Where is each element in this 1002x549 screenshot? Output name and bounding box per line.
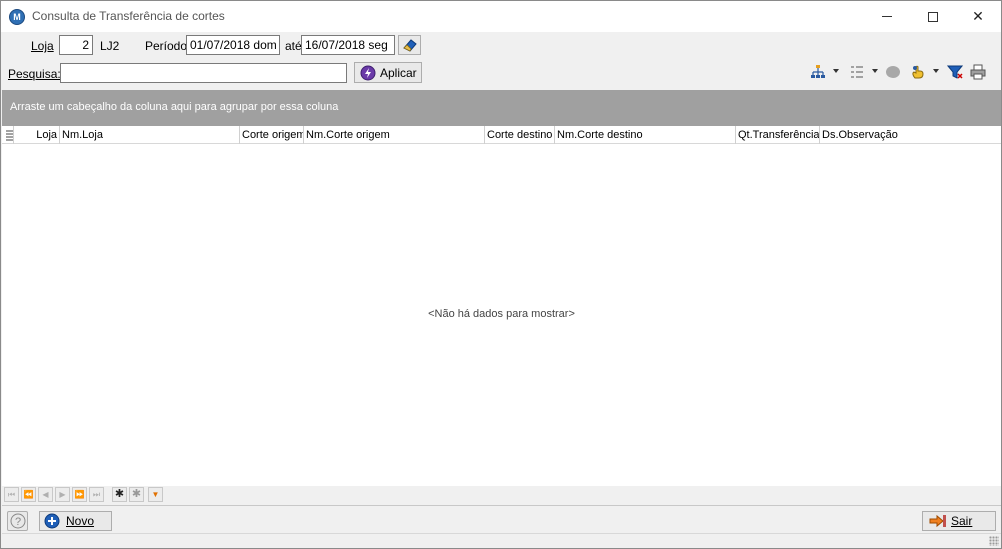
close-button[interactable]: ✕ <box>955 1 1001 32</box>
resize-grip-icon[interactable] <box>989 536 999 546</box>
column-header-ds-observacao[interactable]: Ds.Observação <box>820 126 1001 144</box>
help-icon: ? <box>10 513 25 529</box>
first-page-button[interactable]: ⏮ <box>4 487 19 502</box>
svg-text:?: ? <box>14 516 20 528</box>
loja-name: LJ2 <box>100 39 120 53</box>
grid-navigator: ⏮ ⏪ ◀ ▶ ⏩ ⏭ ✱ ✱ ▼ <box>2 486 1001 504</box>
column-header-corte-origem[interactable]: Corte origem <box>240 126 304 144</box>
lightning-icon <box>360 65 376 80</box>
bottom-bar: ? Novo Sair <box>2 505 1001 535</box>
pesquisa-input[interactable] <box>60 63 347 83</box>
list-dropdown-icon[interactable] <box>872 69 878 73</box>
plus-icon <box>44 513 60 529</box>
sair-label: Sair <box>951 514 973 528</box>
prev-record-button[interactable]: ◀ <box>38 487 53 502</box>
column-header-loja[interactable]: Loja <box>14 126 60 144</box>
last-page-button[interactable]: ⏭ <box>89 487 104 502</box>
filter-navigator-button[interactable]: ▼ <box>148 487 163 502</box>
next-page-button[interactable]: ⏩ <box>72 487 87 502</box>
hand-icon[interactable] <box>910 64 926 80</box>
insert-record-button[interactable]: ✱ <box>112 487 127 502</box>
eraser-button[interactable] <box>398 35 421 55</box>
title-bar: M Consulta de Transferência de cortes ✕ <box>1 1 1001 32</box>
printer-icon[interactable] <box>970 64 986 80</box>
main-window: M Consulta de Transferência de cortes ✕ … <box>0 0 1002 549</box>
exit-arrow-icon <box>929 514 946 528</box>
maximize-button[interactable] <box>910 1 956 32</box>
maximize-icon <box>928 11 938 22</box>
hand-dropdown-icon[interactable] <box>933 69 939 73</box>
window-title: Consulta de Transferência de cortes <box>32 9 225 23</box>
loja-input[interactable]: 2 <box>59 35 93 55</box>
list-icon[interactable] <box>849 64 865 80</box>
column-header-qt-transferencia[interactable]: Qt.Transferência <box>736 126 820 144</box>
prev-page-button[interactable]: ⏪ <box>21 487 36 502</box>
novo-label: Novo <box>66 514 95 528</box>
filter-icon[interactable] <box>947 64 963 80</box>
app-logo-icon: M <box>9 9 25 25</box>
grid-header: Loja Nm.Loja Corte origem Nm.Corte orige… <box>2 126 1001 144</box>
sair-button[interactable]: Sair <box>922 511 996 531</box>
column-header-nm-loja[interactable]: Nm.Loja <box>60 126 240 144</box>
column-header-nm-corte-destino[interactable]: Nm.Corte destino <box>555 126 736 144</box>
ate-label: até <box>285 39 302 53</box>
column-header-nm-corte-origem[interactable]: Nm.Corte origem <box>304 126 485 144</box>
pesquisa-label: Pesquisa: <box>8 67 61 81</box>
status-bar <box>2 533 1001 548</box>
column-chooser-icon[interactable] <box>2 126 14 144</box>
minimize-button[interactable] <box>864 1 910 32</box>
close-icon: ✕ <box>972 8 984 24</box>
aplicar-label: Aplicar <box>380 65 417 80</box>
loja-label: Loja <box>31 39 54 53</box>
pesquisa-label-text: Pesquisa: <box>8 67 61 81</box>
hierarchy-icon[interactable] <box>810 64 826 80</box>
column-header-corte-destino[interactable]: Corte destino <box>485 126 555 144</box>
loja-label-text: Loja <box>31 39 54 53</box>
periodo-label: Período <box>145 39 188 53</box>
data-grid: Loja Nm.Loja Corte origem Nm.Corte orige… <box>2 126 1001 486</box>
empty-grid-message: <Não há dados para mostrar> <box>428 308 575 320</box>
next-record-button[interactable]: ▶ <box>55 487 70 502</box>
circle-icon[interactable] <box>885 64 901 80</box>
delete-record-button[interactable]: ✱ <box>129 487 144 502</box>
help-button[interactable]: ? <box>7 511 28 531</box>
hierarchy-dropdown-icon[interactable] <box>833 69 839 73</box>
group-by-panel[interactable]: Arraste um cabeçalho da coluna aqui para… <box>2 90 1001 126</box>
periodo-start-input[interactable]: 01/07/2018 dom <box>186 35 280 55</box>
eraser-icon <box>402 39 417 52</box>
novo-button[interactable]: Novo <box>39 511 112 531</box>
aplicar-button[interactable]: Aplicar <box>354 62 422 83</box>
minimize-icon <box>882 16 892 17</box>
periodo-end-input[interactable]: 16/07/2018 seg <box>301 35 395 55</box>
